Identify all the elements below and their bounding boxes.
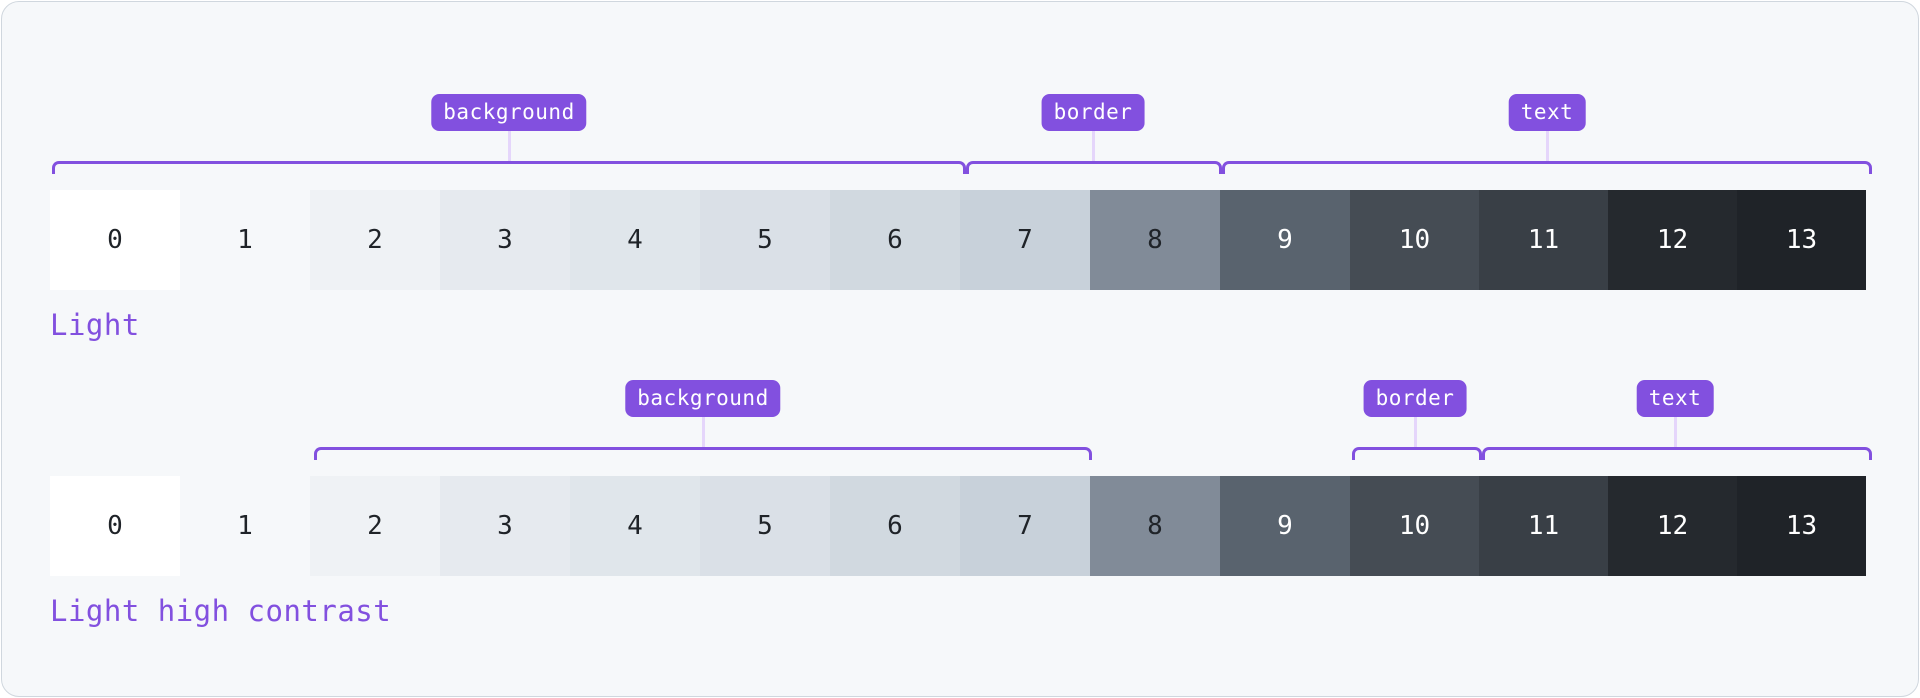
- group-stem-text: [1546, 129, 1549, 163]
- scale-diagram-card: background border text 0 1 2 3 4 5 6 7 8…: [1, 1, 1919, 697]
- group-label-border: border: [1363, 380, 1467, 417]
- group-stem-background: [508, 129, 511, 163]
- swatch: 2: [310, 190, 440, 290]
- swatch: 11: [1479, 476, 1608, 576]
- swatch: 8: [1090, 190, 1220, 290]
- group-bracket-text: [1222, 161, 1872, 174]
- group-label-background: background: [431, 94, 587, 131]
- swatch: 2: [310, 476, 440, 576]
- group-label-border: border: [1041, 94, 1145, 131]
- swatch: 3: [440, 190, 570, 290]
- group-stem-border: [1414, 415, 1417, 449]
- swatch: 9: [1220, 476, 1350, 576]
- swatch: 7: [960, 190, 1090, 290]
- swatch: 13: [1737, 476, 1866, 576]
- swatch: 9: [1220, 190, 1350, 290]
- swatch: 10: [1350, 190, 1479, 290]
- swatch: 12: [1608, 190, 1737, 290]
- group-label-background: background: [625, 380, 781, 417]
- color-scale-light: 0 1 2 3 4 5 6 7 8 9 10 11 12 13: [50, 190, 1866, 290]
- group-bracket-text: [1482, 447, 1872, 460]
- swatch: 12: [1608, 476, 1737, 576]
- group-bracket-background: [314, 447, 1092, 460]
- swatch: 5: [700, 476, 830, 576]
- group-label-text: text: [1636, 380, 1714, 417]
- group-stem-border: [1092, 129, 1095, 163]
- swatch: 11: [1479, 190, 1608, 290]
- swatch: 0: [50, 476, 180, 576]
- group-bracket-border: [966, 161, 1222, 174]
- color-scale-light-high-contrast: 0 1 2 3 4 5 6 7 8 9 10 11 12 13: [50, 476, 1866, 576]
- scale-caption-light-high-contrast: Light high contrast: [50, 594, 392, 628]
- swatch: 4: [570, 190, 700, 290]
- swatch: 6: [830, 476, 960, 576]
- scale-caption-light: Light: [50, 308, 140, 342]
- group-bracket-background: [52, 161, 966, 174]
- swatch: 1: [180, 190, 310, 290]
- swatch: 3: [440, 476, 570, 576]
- group-stem-text: [1674, 415, 1677, 449]
- swatch: 6: [830, 190, 960, 290]
- swatch: 10: [1350, 476, 1479, 576]
- group-stem-background: [702, 415, 705, 449]
- swatch: 7: [960, 476, 1090, 576]
- group-label-text: text: [1508, 94, 1586, 131]
- swatch: 4: [570, 476, 700, 576]
- group-bracket-border: [1352, 447, 1482, 460]
- swatch: 5: [700, 190, 830, 290]
- swatch: 1: [180, 476, 310, 576]
- swatch: 8: [1090, 476, 1220, 576]
- swatch: 13: [1737, 190, 1866, 290]
- swatch: 0: [50, 190, 180, 290]
